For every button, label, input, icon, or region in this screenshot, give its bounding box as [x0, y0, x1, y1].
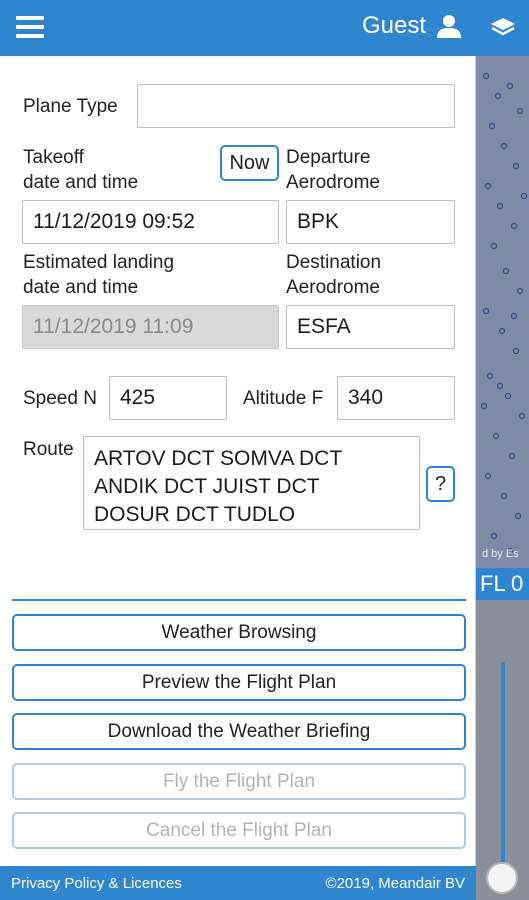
cancel-flight-plan-button: Cancel the Flight Plan — [12, 812, 466, 849]
privacy-policy-link[interactable]: Privacy Policy & Licences — [11, 875, 182, 892]
plane-type-input[interactable] — [137, 84, 455, 128]
aircraft-markers — [480, 72, 528, 555]
route-line: DOSUR DCT TUDLO — [94, 503, 296, 526]
footer: Privacy Policy & Licences ©2019, Meandai… — [0, 866, 476, 900]
layers-icon — [490, 18, 515, 36]
altitude-label: Altitude F — [243, 388, 324, 409]
landing-datetime-input — [22, 305, 279, 349]
altitude-input[interactable] — [337, 376, 455, 420]
route-help-button[interactable]: ? — [426, 466, 455, 502]
user-menu[interactable]: Guest — [362, 12, 462, 40]
takeoff-label: Takeoff date and time — [23, 145, 138, 195]
map-area[interactable] — [476, 56, 529, 568]
route-line: ARTOV DCT SOMVA DCT — [94, 447, 343, 470]
landing-label: Estimated landing date and time — [23, 250, 174, 300]
route-label: Route — [23, 439, 74, 460]
destination-label: Destination Aerodrome — [286, 250, 381, 300]
altitude-slider[interactable] — [476, 600, 529, 900]
route-line: ANDIK DCT JUIST DCT — [94, 475, 320, 498]
route-textarea[interactable]: ARTOV DCT SOMVA DCT ANDIK DCT JUIST DCT … — [83, 436, 420, 530]
menu-icon[interactable] — [16, 16, 44, 40]
top-bar: Guest — [0, 0, 476, 56]
weather-browsing-button[interactable]: Weather Browsing — [12, 614, 466, 651]
download-weather-briefing-button[interactable]: Download the Weather Briefing — [12, 713, 466, 750]
divider — [12, 599, 466, 601]
takeoff-datetime-input[interactable] — [22, 200, 279, 244]
user-label: Guest — [361, 12, 426, 39]
layers-button[interactable] — [476, 0, 529, 56]
copyright-text: ©2019, Meandair BV — [325, 874, 465, 892]
fly-flight-plan-button: Fly the Flight Plan — [12, 763, 466, 800]
slider-handle[interactable] — [486, 862, 518, 894]
user-icon — [437, 15, 461, 38]
slider-track[interactable] — [501, 662, 505, 872]
speed-input[interactable] — [109, 376, 227, 420]
destination-aerodrome-input[interactable] — [286, 305, 455, 349]
takeoff-label-line2: date and time — [23, 172, 139, 193]
destination-label-line1: Destination — [286, 252, 382, 273]
map-attribution: d by Es — [482, 548, 519, 560]
destination-label-line2: Aerodrome — [286, 277, 380, 298]
map-view[interactable]: d by Es FL 0 — [476, 0, 529, 900]
departure-label-line2: Aerodrome — [286, 172, 380, 193]
plane-type-label: Plane Type — [23, 96, 118, 117]
takeoff-label-line1: Takeoff — [23, 147, 84, 168]
landing-label-line1: Estimated landing — [23, 252, 175, 273]
flight-plan-panel: Guest Plane Type Takeoff date and time N… — [0, 0, 476, 900]
preview-flight-plan-button[interactable]: Preview the Flight Plan — [12, 664, 466, 701]
now-button[interactable]: Now — [220, 145, 279, 181]
departure-label-line1: Departure — [286, 147, 371, 168]
departure-label: Departure Aerodrome — [286, 145, 380, 195]
landing-label-line2: date and time — [23, 277, 139, 298]
departure-aerodrome-input[interactable] — [286, 200, 455, 244]
speed-label: Speed N — [23, 388, 97, 409]
flight-level-bar: FL 0 — [476, 568, 529, 600]
